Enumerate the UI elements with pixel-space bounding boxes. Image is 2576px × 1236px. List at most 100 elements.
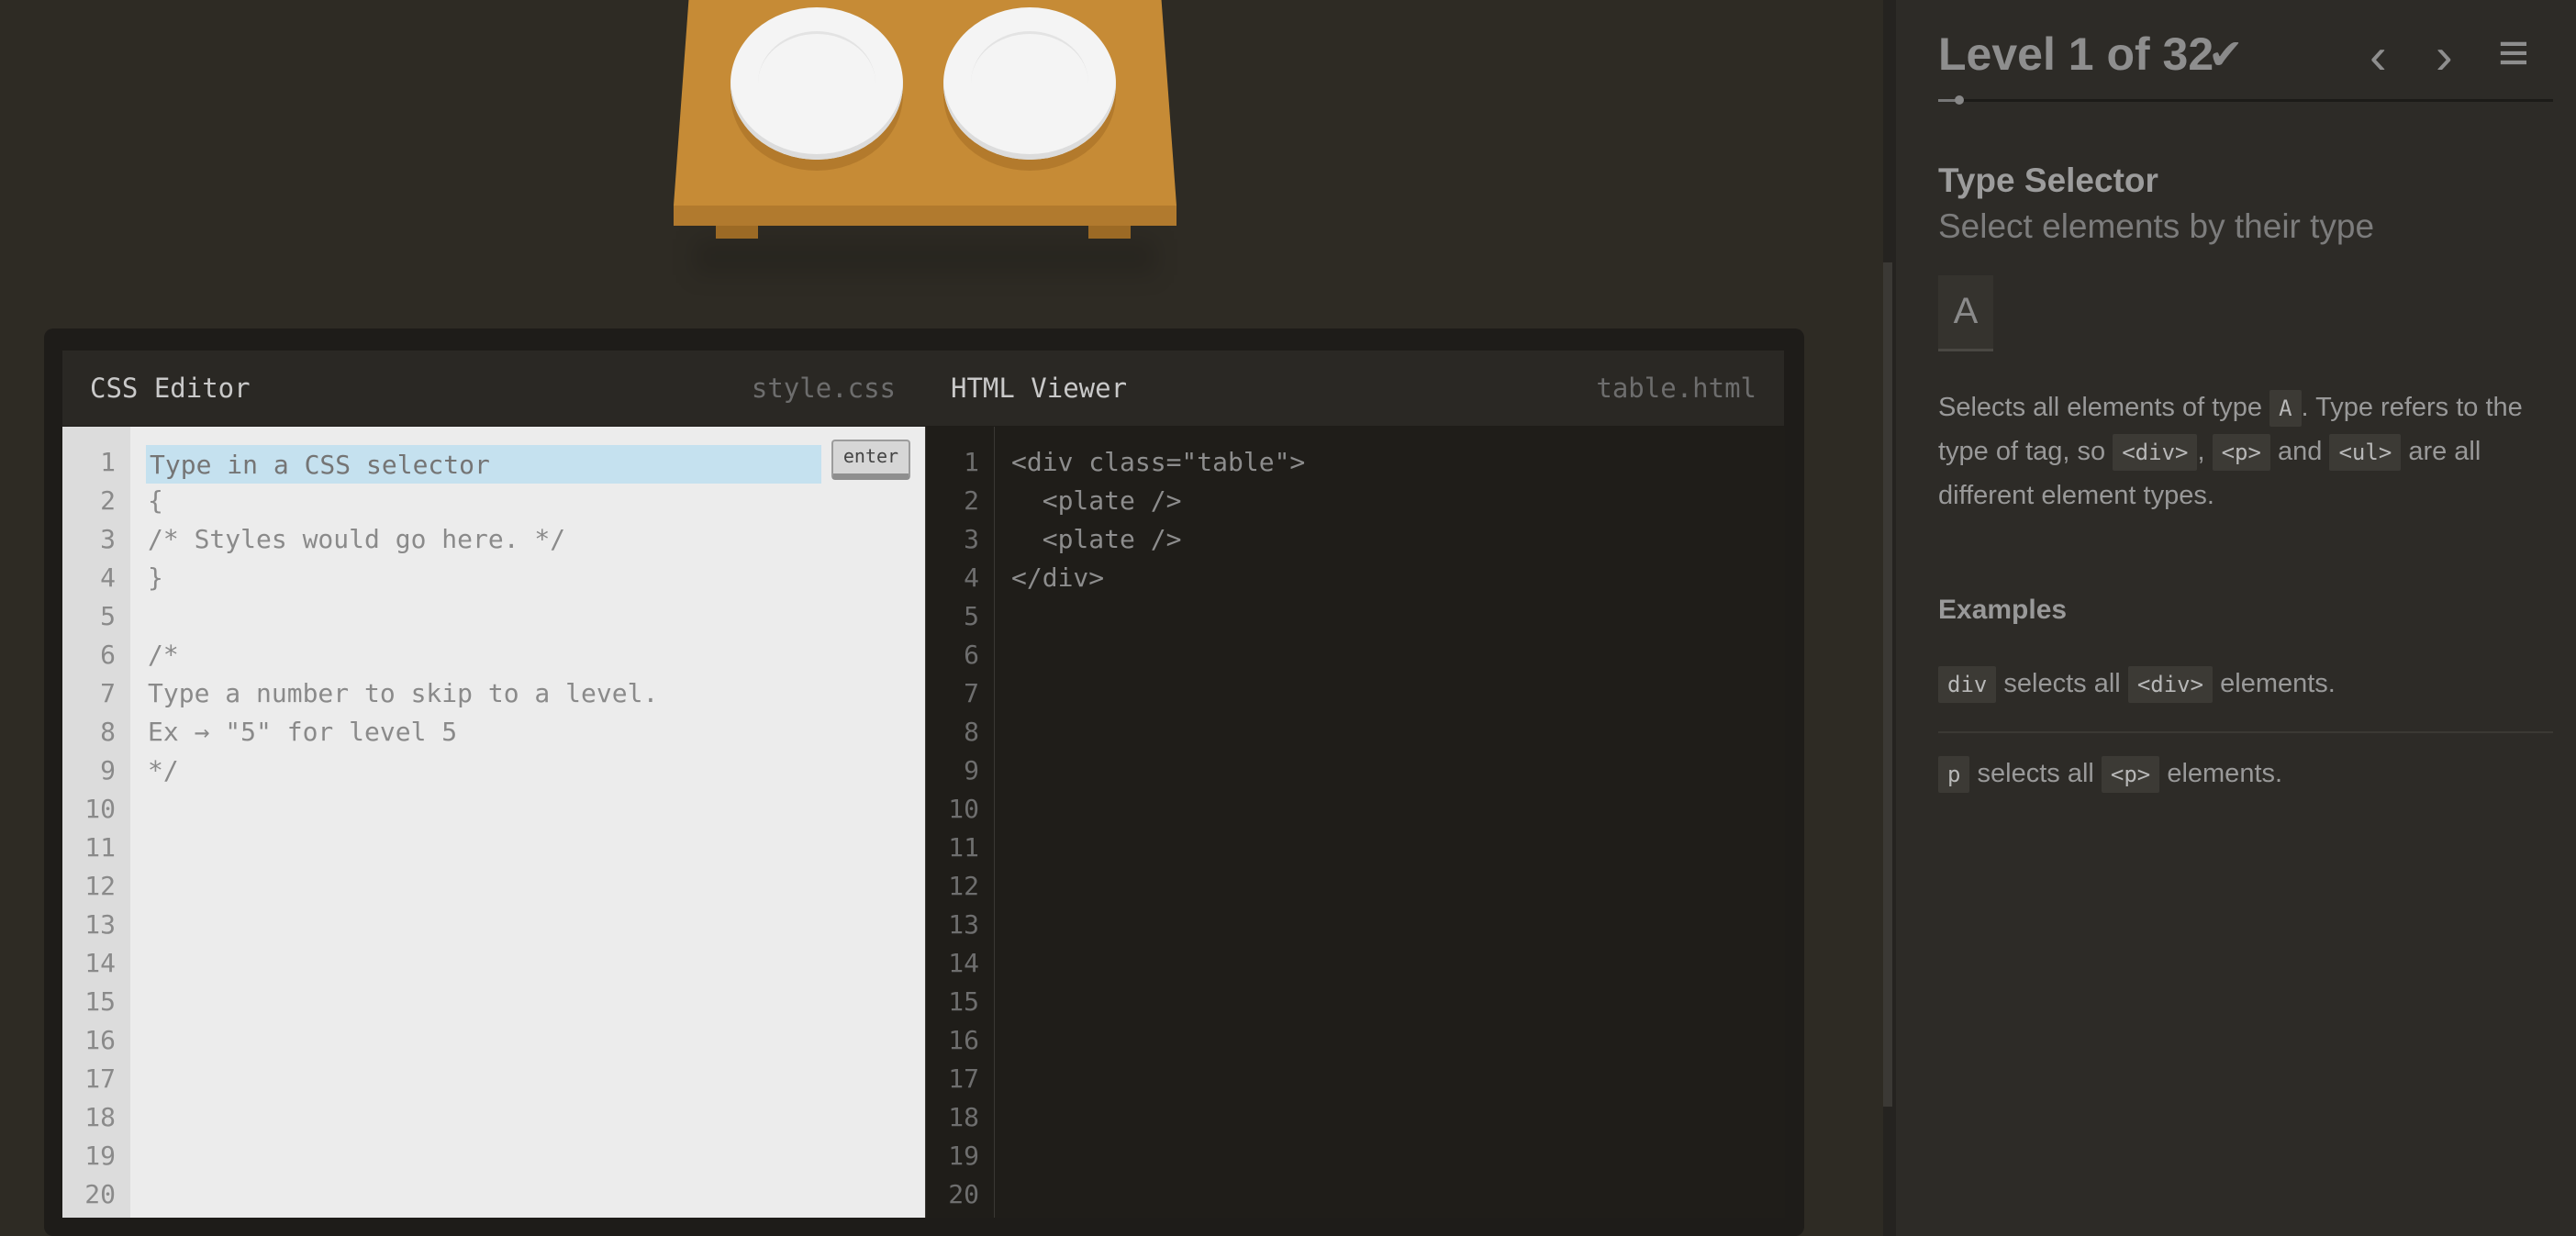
plate[interactable] bbox=[943, 7, 1116, 160]
plate-rim bbox=[758, 31, 875, 135]
line-number: 1 bbox=[100, 447, 116, 477]
code-line: Ex → "5" for level 5 bbox=[148, 717, 458, 747]
line-number: 6 bbox=[964, 640, 979, 670]
hint-text: and bbox=[2269, 437, 2330, 466]
code-line: /* bbox=[148, 640, 179, 670]
line-number: 12 bbox=[84, 871, 116, 901]
plate[interactable] bbox=[730, 7, 903, 160]
html-viewer-header: HTML Viewer table.html bbox=[925, 351, 1784, 426]
table-shadow bbox=[694, 239, 1156, 275]
enter-button[interactable]: enter bbox=[831, 440, 910, 480]
code-line: <plate /> bbox=[1011, 485, 1182, 516]
selector-hint: Selects all elements of type A. Type ref… bbox=[1938, 385, 2562, 518]
table-leg bbox=[1088, 226, 1131, 239]
line-number: 7 bbox=[964, 678, 979, 708]
hint-tag: <div> bbox=[2113, 434, 2198, 471]
line-number: 13 bbox=[84, 909, 116, 940]
example-text: selects all bbox=[2003, 669, 2121, 698]
css-editor-header: CSS Editor style.css bbox=[62, 351, 925, 426]
css-editor-body: 1 2{3/* Styles would go here. */4} 5 6/* 7 Ty… bbox=[62, 427, 925, 1218]
css-editor-filename: style.css bbox=[751, 373, 896, 404]
line-number: 2 bbox=[100, 485, 116, 516]
css-editor-title: CSS Editor bbox=[90, 373, 251, 404]
line-number: 19 bbox=[84, 1141, 116, 1171]
selector-syntax: A bbox=[1938, 275, 1993, 351]
menu-icon[interactable]: ≡ bbox=[2498, 22, 2529, 84]
level-progress-marker bbox=[1955, 95, 1964, 105]
css-selector-input[interactable] bbox=[146, 445, 821, 484]
scrollbar[interactable] bbox=[1883, 262, 1892, 1107]
html-viewer-title: HTML Viewer bbox=[951, 373, 1128, 404]
code-line: /* Styles would go here. */ bbox=[148, 524, 566, 554]
example-code: div bbox=[1938, 666, 1997, 703]
example-text: elements. bbox=[2167, 759, 2283, 788]
line-number: 9 bbox=[964, 755, 979, 785]
line-number: 18 bbox=[84, 1102, 116, 1132]
hint-tag: A bbox=[2269, 390, 2302, 427]
level-title: Level 1 of 32 bbox=[1938, 28, 2214, 80]
line-number: 5 bbox=[964, 601, 979, 631]
hint-text: , bbox=[2197, 437, 2213, 466]
table bbox=[674, 0, 1176, 275]
code-line: <plate /> bbox=[1011, 524, 1182, 554]
html-viewer-filename: table.html bbox=[1596, 373, 1756, 404]
example-item: div selects all <div> elements. bbox=[1938, 666, 2336, 703]
line-number: 16 bbox=[948, 1025, 979, 1055]
line-number: 4 bbox=[964, 562, 979, 593]
check-icon: ✔ bbox=[2208, 30, 2244, 78]
line-number: 12 bbox=[948, 871, 979, 901]
line-number: 15 bbox=[948, 986, 979, 1017]
line-number: 10 bbox=[948, 794, 979, 824]
line-number: 6 bbox=[100, 640, 116, 670]
line-number: 15 bbox=[84, 986, 116, 1017]
line-number: 17 bbox=[948, 1063, 979, 1094]
example-text: elements. bbox=[2220, 669, 2336, 698]
example-tag: <div> bbox=[2127, 666, 2214, 703]
line-number: 11 bbox=[948, 832, 979, 863]
line-number: 18 bbox=[948, 1102, 979, 1132]
line-number: 14 bbox=[84, 948, 116, 978]
code-line: */ bbox=[148, 755, 179, 785]
line-number: 8 bbox=[100, 717, 116, 747]
line-number: 10 bbox=[84, 794, 116, 824]
line-number: 16 bbox=[84, 1025, 116, 1055]
line-number: 20 bbox=[84, 1179, 116, 1209]
line-number: 4 bbox=[100, 562, 116, 593]
hint-tag: <p> bbox=[2212, 434, 2270, 471]
line-number: 20 bbox=[948, 1179, 979, 1209]
line-number: 19 bbox=[948, 1141, 979, 1171]
level-progress-track bbox=[1938, 99, 2553, 102]
line-number: 17 bbox=[84, 1063, 116, 1094]
example-code: p bbox=[1938, 756, 1970, 793]
table-edge bbox=[674, 206, 1176, 226]
line-number: 8 bbox=[964, 717, 979, 747]
code-line: </div> bbox=[1011, 562, 1105, 593]
example-text: selects all bbox=[1977, 759, 2094, 788]
line-number: 2 bbox=[964, 485, 979, 516]
line-number: 11 bbox=[84, 832, 116, 863]
line-number: 3 bbox=[964, 524, 979, 554]
code-line: <div class="table"> bbox=[1011, 447, 1306, 477]
html-viewer-body: 1 <div class="table"> 2 <plate /> 3 <plate … bbox=[925, 427, 1785, 1218]
hint-text: Selects all elements of type bbox=[1938, 393, 2270, 422]
example-item: p selects all <p> elements. bbox=[1938, 756, 2282, 793]
line-number: 14 bbox=[948, 948, 979, 978]
line-number: 1 bbox=[964, 447, 979, 477]
line-number: 7 bbox=[100, 678, 116, 708]
table-leg bbox=[716, 226, 758, 239]
line-number: 3 bbox=[100, 524, 116, 554]
game-area: CSS Editor style.css HTML Viewer table.h… bbox=[0, 0, 1883, 1236]
selector-name: Type Selector bbox=[1938, 161, 2158, 199]
examples-heading: Examples bbox=[1938, 595, 2068, 625]
chevron-left-icon[interactable]: ‹ bbox=[2370, 26, 2387, 85]
chevron-right-icon[interactable]: › bbox=[2436, 26, 2453, 85]
code-line: { bbox=[148, 485, 163, 516]
line-number: 9 bbox=[100, 755, 116, 785]
selector-title: Select elements by their type bbox=[1938, 207, 2375, 245]
plate-rim bbox=[971, 31, 1088, 135]
line-number: 5 bbox=[100, 601, 116, 631]
code-line: } bbox=[148, 562, 163, 593]
code-line: Type a number to skip to a level. bbox=[148, 678, 659, 708]
line-number: 13 bbox=[948, 909, 979, 940]
hint-tag: <ul> bbox=[2329, 434, 2402, 471]
